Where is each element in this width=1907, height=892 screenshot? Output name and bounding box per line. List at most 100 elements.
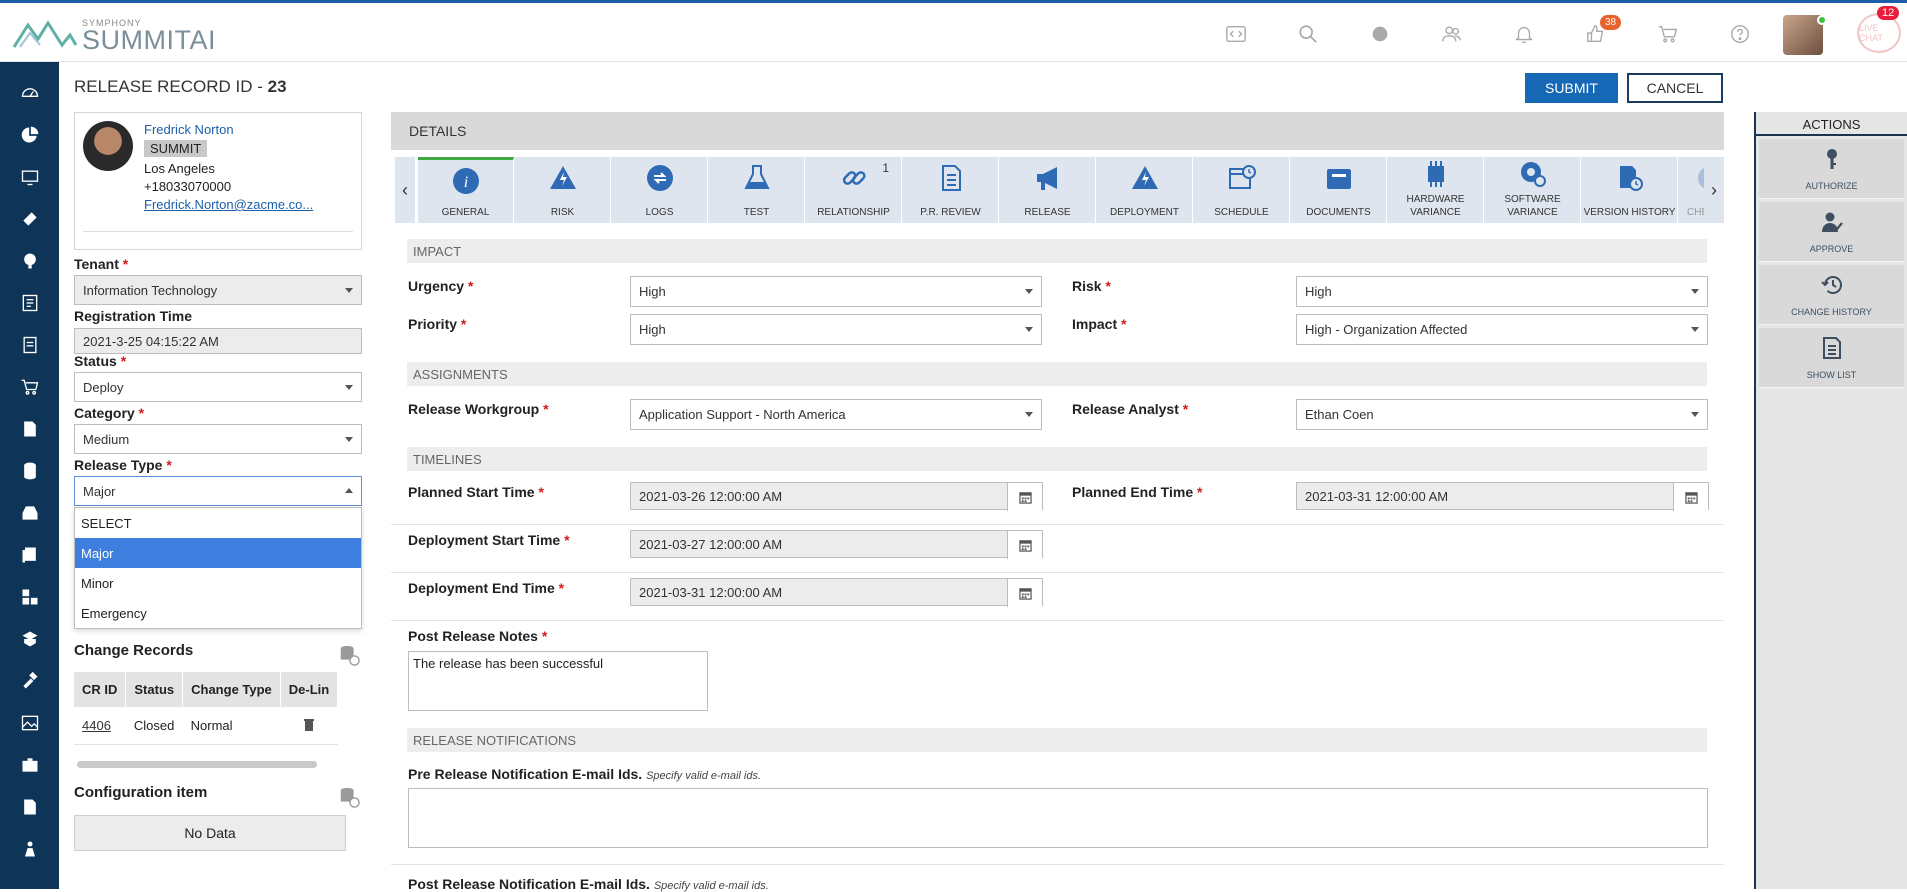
tenant-value: Information Technology <box>83 283 218 298</box>
post-release-notes-textarea[interactable]: The release has been successful <box>408 651 708 711</box>
horizontal-scrollbar[interactable] <box>77 761 317 768</box>
edit-doc-icon[interactable] <box>0 408 59 450</box>
release-workgroup-label: Release Workgroup * <box>408 401 549 417</box>
tab-hardware-variance[interactable]: HARDWARE VARIANCE <box>1388 157 1484 223</box>
deployment-start-value: 2021-03-27 12:00:00 AM <box>639 537 783 552</box>
trash-icon[interactable] <box>303 717 315 731</box>
calendar-icon[interactable] <box>1007 579 1042 607</box>
help-icon[interactable] <box>1704 19 1776 49</box>
knowledge-icon[interactable] <box>0 618 59 660</box>
release-type-option[interactable]: Emergency <box>75 598 361 628</box>
tab-release[interactable]: RELEASE <box>1000 157 1096 223</box>
tenant-select[interactable]: Information Technology <box>74 275 362 305</box>
change-history-action[interactable]: CHANGE HISTORY <box>1759 265 1904 325</box>
show-list-action[interactable]: SHOW LIST <box>1759 328 1904 388</box>
search-icon[interactable] <box>1272 19 1344 49</box>
person-icon[interactable] <box>0 828 59 870</box>
code-icon[interactable] <box>1200 19 1272 49</box>
impact-label: Impact * <box>1072 316 1127 332</box>
deployment-end-field[interactable]: 2021-03-31 12:00:00 AM <box>630 578 1043 607</box>
ticket-icon[interactable] <box>0 198 59 240</box>
calendar-icon[interactable] <box>1007 483 1042 511</box>
hammer-icon[interactable] <box>0 660 59 702</box>
tab-test[interactable]: TEST <box>709 157 805 223</box>
org-chart-icon[interactable] <box>0 576 59 618</box>
release-type-option[interactable]: Minor <box>75 568 361 598</box>
tab-version-history[interactable]: VERSION HISTORY <box>1582 157 1678 223</box>
risk-select[interactable]: High <box>1296 276 1708 307</box>
cart-icon[interactable] <box>1632 19 1704 49</box>
tab-schedule[interactable]: SCHEDULE <box>1194 157 1290 223</box>
release-analyst-select[interactable]: Ethan Coen <box>1296 399 1708 430</box>
tab-deployment[interactable]: DEPLOYMENT <box>1097 157 1193 223</box>
list-doc-icon <box>1823 337 1841 359</box>
link-database-icon[interactable] <box>338 786 360 808</box>
release-analyst-value: Ethan Coen <box>1305 407 1374 422</box>
category-select[interactable]: Medium <box>74 424 362 454</box>
dashboard-icon[interactable] <box>0 72 59 114</box>
support-icon[interactable] <box>0 240 59 282</box>
column-header[interactable]: De-Lin <box>280 672 339 707</box>
tab-pr-review[interactable]: P.R. REVIEW <box>903 157 999 223</box>
column-header[interactable]: Status <box>125 672 184 707</box>
release-workgroup-select[interactable]: Application Support - North America <box>630 399 1042 430</box>
table-row: 4406 Closed Normal <box>74 707 338 745</box>
history-icon <box>1821 276 1842 294</box>
calendar-icon[interactable] <box>1007 531 1042 559</box>
database-icon[interactable] <box>0 450 59 492</box>
tab-relationship[interactable]: 1 RELATIONSHIP <box>806 157 902 223</box>
urgency-select[interactable]: High <box>630 276 1042 307</box>
column-header[interactable]: Change Type <box>182 672 281 707</box>
priority-select[interactable]: High <box>630 314 1042 345</box>
settings-doc-icon[interactable] <box>0 786 59 828</box>
deployment-start-field[interactable]: 2021-03-27 12:00:00 AM <box>630 530 1043 559</box>
requester-email[interactable]: Fredrick.Norton@zacme.co... <box>144 197 313 212</box>
tab-general[interactable]: i GENERAL <box>418 157 514 223</box>
requester-name[interactable]: Fredrick Norton <box>144 122 234 137</box>
pre-release-email-textarea[interactable] <box>408 788 1708 848</box>
cancel-button[interactable]: CANCEL <box>1627 73 1723 103</box>
link-database-icon[interactable] <box>338 644 360 666</box>
page-title: RELEASE RECORD ID - 23 <box>74 77 287 97</box>
planned-start-field[interactable]: 2021-03-26 12:00:00 AM <box>630 482 1043 511</box>
warning-icon <box>1130 163 1160 193</box>
submit-button[interactable]: SUBMIT <box>1525 73 1618 103</box>
globe-icon[interactable] <box>1344 19 1416 49</box>
documents-nav-icon[interactable] <box>0 534 59 576</box>
cart-nav-icon[interactable] <box>0 366 59 408</box>
image-icon[interactable] <box>0 702 59 744</box>
thumbs-up-icon[interactable]: 38 <box>1560 15 1632 49</box>
divider <box>391 572 1724 573</box>
cr-id-link[interactable]: 4406 <box>82 718 111 733</box>
urgency-value: High <box>639 284 666 299</box>
approve-action[interactable]: APPROVE <box>1759 202 1904 262</box>
status-select[interactable]: Deploy <box>74 372 362 402</box>
bell-icon[interactable] <box>1488 19 1560 49</box>
authorize-action[interactable]: AUTHORIZE <box>1759 139 1904 199</box>
release-type-option[interactable]: SELECT <box>75 508 361 538</box>
planned-end-field[interactable]: 2021-03-31 12:00:00 AM <box>1296 482 1709 511</box>
monitor-icon[interactable] <box>0 156 59 198</box>
inbox-icon[interactable] <box>0 492 59 534</box>
report-icon[interactable] <box>0 282 59 324</box>
checklist-nav-icon[interactable] <box>0 324 59 366</box>
tab-risk[interactable]: RISK <box>515 157 611 223</box>
megaphone-icon <box>1033 163 1063 193</box>
risk-value: High <box>1305 284 1332 299</box>
calendar-icon[interactable] <box>1673 483 1708 511</box>
pie-chart-icon[interactable] <box>0 114 59 156</box>
tab-scroll-left[interactable]: ‹ <box>395 157 415 223</box>
release-type-select[interactable]: Major <box>74 476 362 506</box>
tab-scroll-right[interactable]: › <box>1704 157 1724 223</box>
users-icon[interactable] <box>1416 19 1488 49</box>
change-history-label: CHANGE HISTORY <box>1791 307 1872 317</box>
impact-select[interactable]: High - Organization Affected <box>1296 314 1708 345</box>
briefcase-icon[interactable] <box>0 744 59 786</box>
svg-text:i: i <box>464 174 468 191</box>
column-header[interactable]: CR ID <box>74 672 127 707</box>
tab-software-variance[interactable]: SOFTWARE VARIANCE <box>1485 157 1581 223</box>
release-type-option-selected[interactable]: Major <box>75 538 361 568</box>
link-icon <box>839 163 869 193</box>
tab-documents[interactable]: DOCUMENTS <box>1291 157 1387 223</box>
tab-logs[interactable]: LOGS <box>612 157 708 223</box>
